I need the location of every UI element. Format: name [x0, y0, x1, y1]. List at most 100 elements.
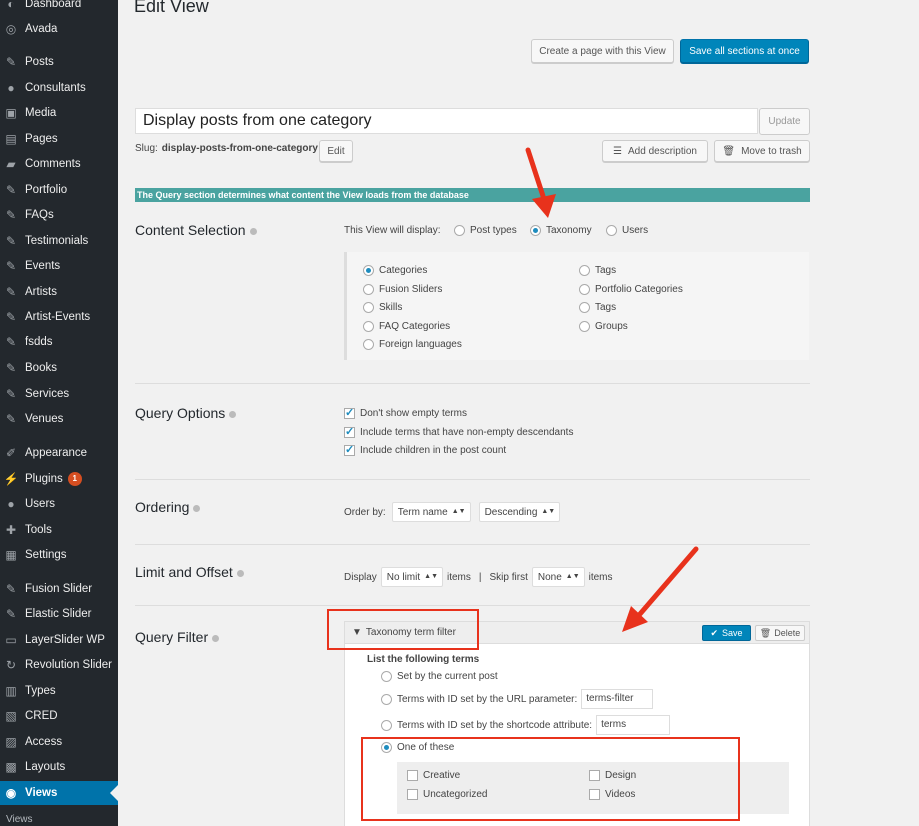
- button-label: Add description: [628, 145, 697, 157]
- sidebar-item-artists[interactable]: ✎ Artists: [0, 280, 118, 304]
- sidebar-item-users[interactable]: ● Users: [0, 492, 118, 516]
- radio[interactable]: [363, 321, 374, 332]
- mode-taxonomy[interactable]: Taxonomy: [530, 225, 592, 236]
- filter-option[interactable]: Terms with ID set by the URL parameter: t…: [381, 689, 654, 709]
- help-icon[interactable]: [236, 569, 244, 577]
- select-value: Descending: [484, 506, 538, 518]
- checkbox[interactable]: [344, 425, 355, 438]
- sidebar-item-artist-events[interactable]: ✎ Artist-Events: [0, 305, 118, 329]
- sidebar-item-layerslider[interactable]: ▭ LayerSlider WP: [0, 628, 118, 652]
- sidebar-item-types[interactable]: ▥ Types: [0, 679, 118, 703]
- annotation-arrow: [525, 147, 556, 218]
- pin-icon: ✎: [5, 234, 17, 248]
- help-icon[interactable]: [249, 227, 257, 235]
- help-icon[interactable]: [193, 504, 201, 512]
- order-direction-select[interactable]: Descending ▲▼: [478, 502, 561, 522]
- taxonomy-option[interactable]: Tags: [579, 302, 616, 313]
- sidebar-item-tools[interactable]: ✚ Tools: [0, 518, 118, 542]
- radio[interactable]: [579, 302, 590, 313]
- items-label: items: [588, 571, 613, 583]
- sidebar-item-label: Artist-Events: [25, 311, 91, 323]
- sidebar-item-books[interactable]: ✎ Books: [0, 356, 118, 380]
- help-icon[interactable]: [229, 410, 237, 418]
- view-title-input[interactable]: Display posts from one category: [135, 108, 758, 134]
- radio[interactable]: [363, 302, 374, 313]
- sidebar-item-comments[interactable]: ▰ Comments: [0, 152, 118, 176]
- checkbox[interactable]: [344, 443, 355, 456]
- taxonomy-option[interactable]: Groups: [579, 321, 628, 332]
- sidebar-item-venues[interactable]: ✎ Venues: [0, 407, 118, 431]
- types-icon: ▥: [5, 684, 17, 698]
- mode-users[interactable]: Users: [606, 225, 648, 236]
- sidebar-item-appearance[interactable]: ✐ Appearance: [0, 441, 118, 465]
- section-divider: [135, 605, 810, 606]
- radio[interactable]: [579, 265, 590, 276]
- help-icon[interactable]: [212, 634, 220, 642]
- move-to-trash-button[interactable]: 🗑 Move to trash: [714, 140, 810, 162]
- save-all-button[interactable]: Save all sections at once: [680, 39, 809, 63]
- comments-icon: ▰: [6, 157, 16, 171]
- sidebar-item-events[interactable]: ✎ Events: [0, 254, 118, 278]
- radio[interactable]: [363, 284, 374, 295]
- radio[interactable]: [579, 284, 590, 295]
- sidebar-item-faqs[interactable]: ✎ FAQs: [0, 203, 118, 227]
- sidebar-item-revolution-slider[interactable]: ↻ Revolution Slider: [0, 653, 118, 677]
- sidebar-item-fusion-slider[interactable]: ✎ Fusion Slider: [0, 577, 118, 601]
- radio[interactable]: [363, 265, 374, 276]
- taxonomy-option[interactable]: FAQ Categories: [363, 321, 450, 332]
- query-option[interactable]: Include terms that have non-empty descen…: [344, 425, 573, 438]
- filter-option[interactable]: Terms with ID set by the shortcode attri…: [381, 715, 671, 735]
- limit-row: Display No limit ▲▼ items | Skip first No…: [344, 567, 613, 587]
- sidebar-item-portfolio[interactable]: ✎ Portfolio: [0, 178, 118, 202]
- skip-select[interactable]: None ▲▼: [531, 567, 585, 587]
- taxonomy-option[interactable]: Foreign languages: [363, 339, 462, 350]
- sidebar-item-testimonials[interactable]: ✎ Testimonials: [0, 229, 118, 253]
- filter-delete-button[interactable]: 🗑 Delete: [755, 625, 805, 641]
- radio[interactable]: [579, 321, 590, 332]
- sidebar-item-cred[interactable]: ▧ CRED: [0, 704, 118, 728]
- sidebar-item-label: CRED: [25, 710, 58, 722]
- limit-select[interactable]: No limit ▲▼: [380, 567, 443, 587]
- radio[interactable]: [381, 719, 392, 731]
- filter-save-button[interactable]: ✔ Save: [702, 625, 751, 641]
- sidebar-item-posts[interactable]: ✎ Posts: [0, 50, 118, 74]
- query-option[interactable]: Include children in the post count: [344, 443, 506, 456]
- sidebar-item-pages[interactable]: ▤ Pages: [0, 127, 118, 151]
- sidebar-item-fsdds[interactable]: ✎ fsdds: [0, 330, 118, 354]
- sidebar-item-access[interactable]: ▨ Access: [0, 730, 118, 754]
- sidebar-item-services[interactable]: ✎ Services: [0, 382, 118, 406]
- shortcode-attribute-input[interactable]: terms: [596, 715, 671, 735]
- taxonomy-option[interactable]: Categories: [363, 265, 427, 276]
- taxonomy-option[interactable]: Skills: [363, 302, 402, 313]
- radio[interactable]: [363, 339, 374, 350]
- radio[interactable]: [381, 693, 392, 705]
- sidebar-item-layouts[interactable]: ▩ Layouts: [0, 755, 118, 779]
- url-parameter-input[interactable]: terms-filter: [581, 689, 654, 709]
- create-page-button[interactable]: Create a page with this View: [531, 39, 674, 63]
- taxonomy-option[interactable]: Tags: [579, 265, 616, 276]
- sidebar-item-consultants[interactable]: ● Consultants: [0, 76, 118, 100]
- radio[interactable]: [381, 671, 392, 682]
- query-option[interactable]: Don't show empty terms: [344, 406, 467, 419]
- submenu-item-views[interactable]: Views: [6, 814, 33, 825]
- taxonomy-option[interactable]: Portfolio Categories: [579, 284, 683, 295]
- sidebar-item-media[interactable]: ▣ Media: [0, 101, 118, 125]
- taxonomy-option[interactable]: Fusion Sliders: [363, 284, 442, 295]
- sidebar-item-dashboard[interactable]: ◐ Dashboard: [0, 0, 118, 16]
- filter-option[interactable]: Set by the current post: [381, 671, 498, 682]
- sidebar-item-settings[interactable]: ▦ Settings: [0, 543, 118, 567]
- radio[interactable]: [454, 225, 465, 236]
- radio[interactable]: [606, 225, 617, 236]
- sidebar-item-avada[interactable]: ◎ Avada: [0, 17, 118, 41]
- sidebar-item-plugins[interactable]: ⚡ Plugins 1: [0, 467, 118, 491]
- sidebar-item-elastic-slider[interactable]: ✎ Elastic Slider: [0, 602, 118, 626]
- mode-post-types[interactable]: Post types: [454, 225, 517, 236]
- checkbox[interactable]: [344, 406, 355, 419]
- order-field-select[interactable]: Term name ▲▼: [391, 502, 471, 522]
- sidebar-item-views[interactable]: ◉ Views: [0, 781, 118, 805]
- pin-icon: ✎: [5, 607, 17, 621]
- radio[interactable]: [530, 225, 541, 236]
- update-button[interactable]: Update: [759, 108, 810, 135]
- add-description-button[interactable]: ☰ Add description: [602, 140, 708, 162]
- edit-slug-button[interactable]: Edit: [319, 140, 353, 162]
